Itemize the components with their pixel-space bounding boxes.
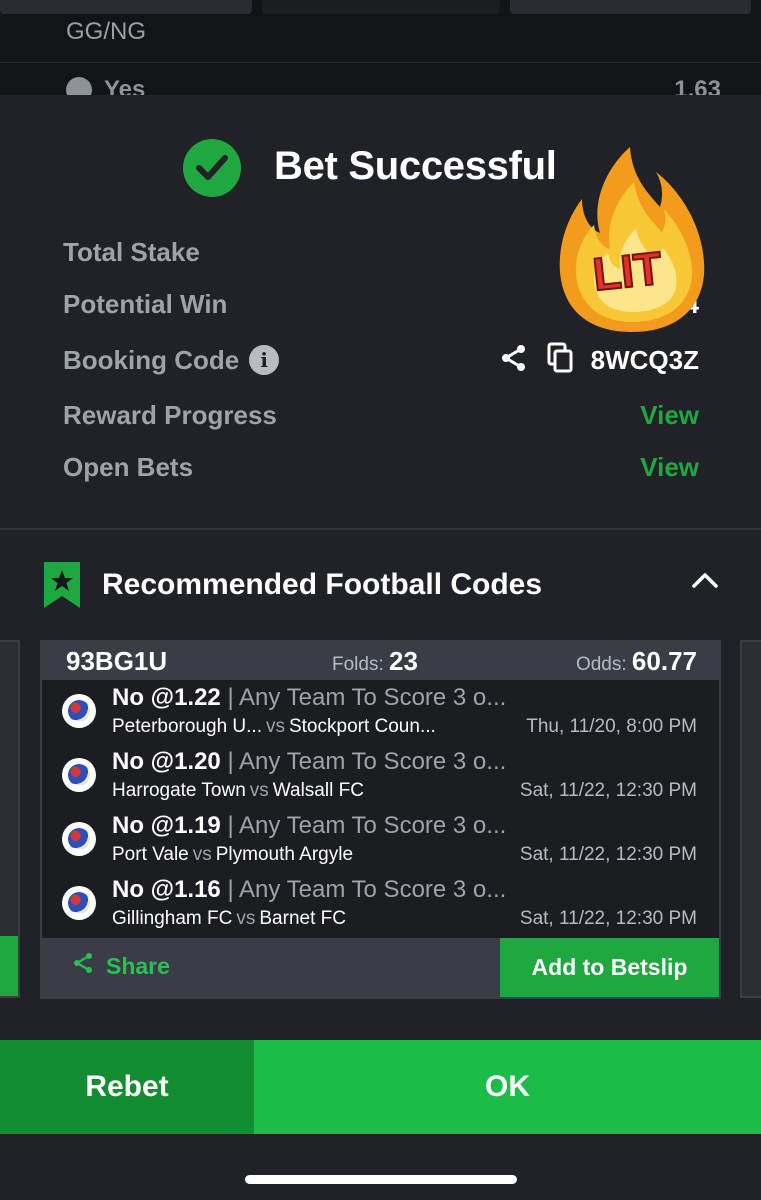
share-icon	[72, 952, 94, 980]
booking-code-value[interactable]: 8WCQ3Z	[591, 345, 699, 376]
section-divider	[0, 528, 761, 530]
open-bets-label: Open Bets	[63, 452, 194, 482]
bg-tab	[0, 0, 252, 14]
check-circle-icon	[183, 139, 241, 197]
home-indicator[interactable]	[245, 1175, 517, 1184]
reward-progress-label: Reward Progress	[63, 400, 277, 430]
card-booking-code: 93BG1U	[66, 646, 168, 676]
bg-market-name: GG/NG	[66, 18, 147, 45]
recommended-title: Recommended Football Codes	[102, 568, 543, 601]
folds-value: 23	[389, 646, 418, 676]
selection-market-text: | Any Team To Score 3 o...	[220, 812, 507, 839]
share-icon[interactable]	[499, 343, 529, 378]
ok-button[interactable]: OK	[254, 1040, 761, 1134]
rebet-button[interactable]: Rebet	[0, 1040, 254, 1134]
selection-market-text: | Any Team To Score 3 o...	[220, 748, 507, 775]
success-title: Bet Successful	[274, 144, 557, 188]
selection-date: Sat, 11/22, 12:30 PM	[519, 780, 697, 801]
selection-market-text: | Any Team To Score 3 o...	[220, 876, 507, 903]
booking-code-label: Booking Code	[63, 345, 240, 375]
booking-code-row: Booking Code i 8WCQ3Z	[63, 342, 699, 379]
selection-market: No @1.19 | Any Team To Score 3 o...	[112, 812, 506, 840]
selection-row: No @1.22 | Any Team To Score 3 o... Pete…	[42, 680, 719, 742]
home-team: Gillingham FC	[112, 908, 233, 929]
open-bets-row: Open Bets View	[63, 450, 699, 484]
copy-icon[interactable]	[547, 342, 573, 379]
home-team: Harrogate Town	[112, 780, 246, 801]
folds-label: Folds:	[332, 654, 384, 675]
open-bets-view-link[interactable]: View	[640, 452, 699, 483]
away-team: Walsall FC	[272, 780, 364, 801]
reward-progress-view-link[interactable]: View	[640, 400, 699, 431]
bottom-action-bar: Rebet OK	[0, 1040, 761, 1134]
bookmark-star-icon	[42, 560, 82, 615]
team-badge-icon	[62, 886, 96, 920]
away-team: Stockport Coun...	[288, 716, 436, 737]
potential-win-label: Potential Win	[63, 289, 228, 319]
info-icon[interactable]: i	[249, 345, 280, 375]
selection-market: No @1.22 | Any Team To Score 3 o...	[112, 684, 506, 712]
bg-tab	[262, 0, 500, 14]
card-odds: Odds: 60.77	[576, 646, 697, 677]
selection-teams: Gillingham FC vs Barnet FC	[112, 908, 346, 930]
selection-row: No @1.16 | Any Team To Score 3 o... Gill…	[42, 872, 719, 934]
vs-label: vs	[265, 716, 285, 737]
total-stake-label: Total Stake	[63, 237, 200, 267]
selection-market: No @1.20 | Any Team To Score 3 o...	[112, 748, 506, 776]
selection-date: Sat, 11/22, 12:30 PM	[519, 844, 697, 865]
add-to-betslip-button[interactable]: Add to Betslip	[500, 938, 719, 997]
team-badge-icon	[62, 694, 96, 728]
share-label: Share	[106, 952, 170, 979]
home-team: Peterborough U...	[112, 716, 262, 737]
card-footer: Share Add to Betslip	[42, 938, 719, 997]
recommended-header[interactable]: Recommended Football Codes	[0, 558, 761, 612]
away-team: Plymouth Argyle	[215, 844, 354, 865]
reward-progress-row: Reward Progress View	[63, 398, 699, 432]
background-page: GG/NG Yes 1.63	[0, 0, 761, 103]
selection-pick: No @1.22	[112, 684, 221, 711]
selection-pick: No @1.19	[112, 812, 221, 839]
odds-value: 60.77	[631, 646, 697, 676]
home-team: Port Vale	[112, 844, 189, 865]
booking-code-label-wrap: Booking Code i	[63, 345, 280, 376]
prev-card-button	[0, 936, 18, 996]
selection-date: Sat, 11/22, 12:30 PM	[519, 908, 697, 929]
vs-label: vs	[236, 908, 256, 929]
card-header: 93BG1U Folds: 23 Odds: 60.77	[42, 642, 719, 680]
bg-divider	[0, 62, 761, 63]
selection-pick: No @1.20	[112, 748, 221, 775]
selection-row: No @1.20 | Any Team To Score 3 o... Harr…	[42, 744, 719, 806]
chevron-up-icon[interactable]	[691, 570, 719, 595]
odds-label: Odds:	[575, 654, 627, 675]
selection-teams: Port Vale vs Plymouth Argyle	[112, 844, 353, 866]
booking-code-actions: 8WCQ3Z	[499, 342, 699, 379]
lit-fire-sticker: LIT	[552, 137, 712, 337]
share-button[interactable]: Share	[72, 952, 170, 980]
selection-pick: No @1.16	[112, 876, 221, 903]
away-team: Barnet FC	[259, 908, 346, 929]
selection-teams: Peterborough U... vs Stockport Coun...	[112, 716, 436, 738]
svg-text:LIT: LIT	[590, 242, 664, 301]
team-badge-icon	[62, 822, 96, 856]
card-folds: Folds: 23	[332, 646, 418, 677]
bet-success-modal: Bet Successful Total Stake Potential Win…	[0, 95, 761, 1200]
selection-row: No @1.19 | Any Team To Score 3 o... Port…	[42, 808, 719, 870]
vs-label: vs	[192, 844, 212, 865]
next-code-card[interactable]	[740, 640, 761, 998]
code-card[interactable]: 93BG1U Folds: 23 Odds: 60.77 No @1.22 | …	[40, 640, 721, 999]
bg-tab	[510, 0, 751, 14]
selection-market: No @1.16 | Any Team To Score 3 o...	[112, 876, 506, 904]
vs-label: vs	[249, 780, 269, 801]
selection-market-text: | Any Team To Score 3 o...	[220, 684, 507, 711]
selection-teams: Harrogate Town vs Walsall FC	[112, 780, 364, 802]
selection-date: Thu, 11/20, 8:00 PM	[526, 716, 697, 737]
team-badge-icon	[62, 758, 96, 792]
prev-code-card[interactable]	[0, 640, 20, 998]
